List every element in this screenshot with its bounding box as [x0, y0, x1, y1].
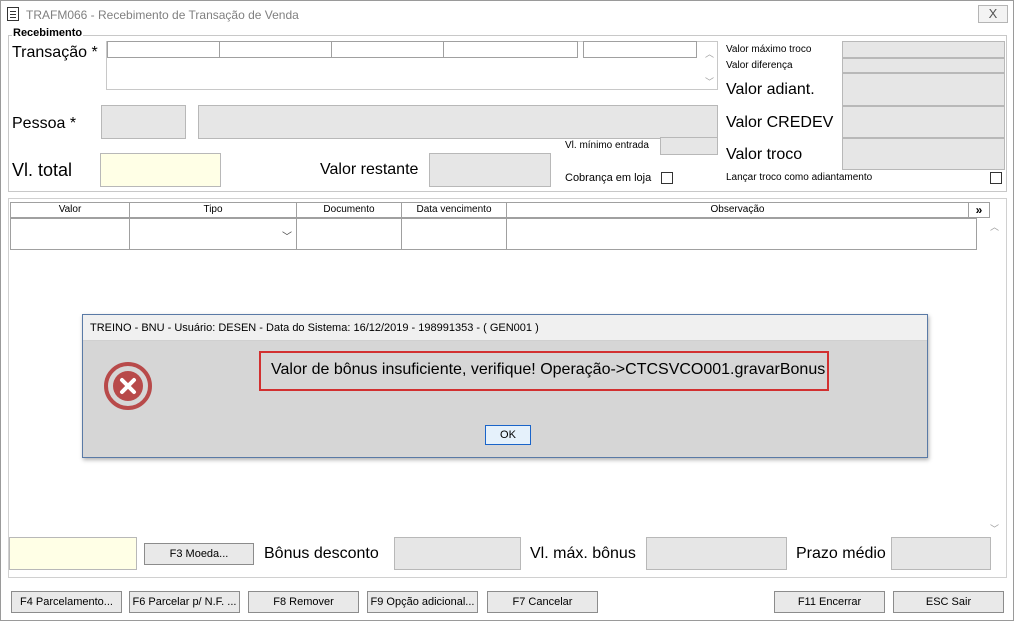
lancar-troco-label: Lançar troco como adiantamento — [726, 172, 873, 183]
valor-credev-field — [842, 106, 1005, 138]
column-header-documento[interactable]: Documento — [296, 202, 402, 218]
ok-button[interactable]: OK — [485, 425, 531, 445]
vl-total-field[interactable] — [100, 153, 221, 187]
window-title: TRAFM066 - Recebimento de Transação de V… — [26, 8, 299, 22]
valor-troco-label: Valor troco — [726, 146, 803, 163]
grid-cell-data-vencimento[interactable] — [401, 218, 507, 250]
recebimento-legend: Recebimento — [12, 27, 84, 39]
valor-diferenca-field — [842, 58, 1005, 73]
column-header-data-vencimento[interactable]: Data vencimento — [401, 202, 507, 218]
valor-adiant-label: Valor adiant. — [726, 81, 815, 98]
chevron-down-icon[interactable]: ﹀ — [282, 228, 292, 243]
valor-troco-field — [842, 138, 1005, 170]
column-header-tipo[interactable]: Tipo — [129, 202, 297, 218]
f9-opcao-adicional-button[interactable]: F9 Opção adicional... — [367, 591, 478, 613]
transacao-field-1[interactable] — [107, 41, 220, 58]
lancar-troco-checkbox[interactable] — [990, 172, 1002, 184]
vl-total-label: Vl. total — [12, 160, 73, 180]
f7-cancelar-button[interactable]: F7 Cancelar — [487, 591, 598, 613]
valor-restante-field — [429, 153, 551, 187]
pessoa-name-field[interactable] — [198, 105, 718, 139]
grid-more-button[interactable]: » — [968, 202, 990, 218]
error-icon — [103, 361, 153, 411]
transacao-field-5[interactable] — [583, 41, 697, 58]
valor-maximo-troco-field — [842, 41, 1005, 58]
transacao-label: Transação * — [12, 44, 98, 61]
moeda-value-field[interactable] — [9, 537, 137, 570]
error-dialog: TREINO - BNU - Usuário: DESEN - Data do … — [82, 314, 928, 458]
grid-cell-tipo[interactable]: ﹀ — [129, 218, 297, 250]
document-icon — [7, 7, 19, 21]
cobranca-em-loja-checkbox[interactable] — [661, 172, 673, 184]
pessoa-code-field[interactable] — [101, 105, 186, 139]
transacao-field-4[interactable] — [443, 41, 578, 58]
f11-encerrar-button[interactable]: F11 Encerrar — [774, 591, 885, 613]
message-highlight: Valor de bônus insuficiente, verifique! … — [259, 351, 829, 391]
grid-cell-valor[interactable] — [10, 218, 130, 250]
column-header-valor[interactable]: Valor — [10, 202, 130, 218]
transacao-field-3[interactable] — [331, 41, 444, 58]
column-header-observacao[interactable]: Observação — [506, 202, 969, 218]
prazo-medio-label: Prazo médio — [796, 545, 886, 562]
vl-max-bonus-label: Vl. máx. bônus — [530, 545, 636, 562]
vl-minimo-entrada-label: Vl. mínimo entrada — [565, 140, 649, 151]
vl-max-bonus-field — [646, 537, 787, 570]
scroll-up-icon[interactable]: ︿ — [705, 47, 714, 60]
cobranca-em-loja-label: Cobrança em loja — [565, 172, 652, 184]
bonus-desconto-label: Bônus desconto — [264, 545, 379, 562]
grid-cell-documento[interactable] — [296, 218, 402, 250]
f8-remover-button[interactable]: F8 Remover — [248, 591, 359, 613]
pessoa-label: Pessoa * — [12, 115, 77, 132]
bonus-desconto-field — [394, 537, 521, 570]
valor-maximo-troco-label: Valor máximo troco — [726, 44, 812, 55]
vl-minimo-entrada-field — [660, 137, 718, 155]
dialog-title: TREINO - BNU - Usuário: DESEN - Data do … — [83, 315, 927, 341]
esc-sair-button[interactable]: ESC Sair — [893, 591, 1004, 613]
grid-cell-observacao[interactable] — [506, 218, 977, 250]
f3-moeda-button[interactable]: F3 Moeda... — [144, 543, 254, 565]
valor-credev-label: Valor CREDEV — [726, 114, 834, 131]
grid-scroll-up-icon[interactable]: ︿ — [990, 220, 999, 233]
f6-parcelar-nf-button[interactable]: F6 Parcelar p/ N.F. ... — [129, 591, 240, 613]
dialog-message: Valor de bônus insuficiente, verifique! … — [271, 361, 826, 378]
prazo-medio-field — [891, 537, 991, 570]
scroll-down-icon[interactable]: ﹀ — [705, 75, 714, 88]
close-button[interactable]: X — [978, 5, 1008, 23]
valor-adiant-field — [842, 73, 1005, 106]
valor-diferenca-label: Valor diferença — [726, 60, 793, 71]
grid-scroll-down-icon[interactable]: ﹀ — [990, 522, 999, 535]
transacao-field-2[interactable] — [219, 41, 332, 58]
f4-parcelamento-button[interactable]: F4 Parcelamento... — [11, 591, 122, 613]
valor-restante-label: Valor restante — [320, 161, 419, 178]
